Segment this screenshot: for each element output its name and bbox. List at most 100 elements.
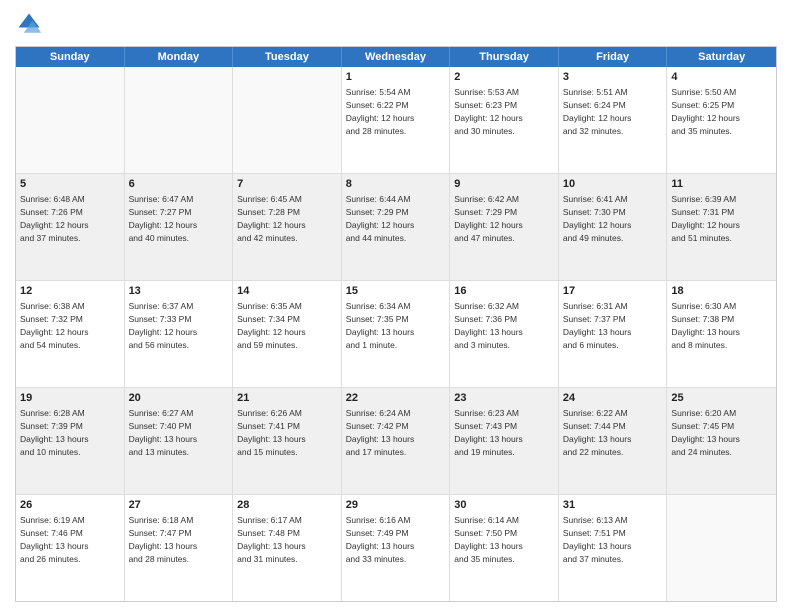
day-cell-22: 22 Sunrise: 6:24 AM Sunset: 7:42 PM Dayli… xyxy=(342,388,451,494)
day-cell-5: 5Sunrise: 6:48 AM Sunset: 7:26 PM Daylig… xyxy=(16,174,125,280)
day-info: Sunrise: 6:22 AM Sunset: 7:44 PM Dayligh… xyxy=(563,408,632,457)
day-cell-24: 24 Sunrise: 6:22 AM Sunset: 7:44 PM Dayli… xyxy=(559,388,668,494)
day-number: 2 xyxy=(454,70,554,85)
day-cell-13: 13Sunrise: 6:37 AM Sunset: 7:33 PM Dayli… xyxy=(125,281,234,387)
day-number: 24 xyxy=(563,391,663,406)
header-day-sunday: Sunday xyxy=(16,47,125,67)
day-cell-12: 12Sunrise: 6:38 AM Sunset: 7:32 PM Dayli… xyxy=(16,281,125,387)
day-cell-6: 6 Sunrise: 6:47 AM Sunset: 7:27 PM Daylig… xyxy=(125,174,234,280)
header-day-friday: Friday xyxy=(559,47,668,67)
calendar-body: 1 Sunrise: 5:54 AM Sunset: 6:22 PM Daylig… xyxy=(16,67,776,601)
day-info: Sunrise: 6:39 AM Sunset: 7:31 PM Dayligh… xyxy=(671,194,740,243)
day-info: Sunrise: 6:19 AM Sunset: 7:46 PM Dayligh… xyxy=(20,515,89,564)
day-number: 25 xyxy=(671,391,772,406)
header-day-thursday: Thursday xyxy=(450,47,559,67)
day-info: Sunrise: 6:26 AM Sunset: 7:41 PM Dayligh… xyxy=(237,408,306,457)
day-number: 31 xyxy=(563,498,663,513)
calendar-row-0: 1 Sunrise: 5:54 AM Sunset: 6:22 PM Daylig… xyxy=(16,67,776,174)
day-info: Sunrise: 5:50 AM Sunset: 6:25 PM Dayligh… xyxy=(671,87,740,136)
day-number: 27 xyxy=(129,498,229,513)
day-cell-2: 2 Sunrise: 5:53 AM Sunset: 6:23 PM Daylig… xyxy=(450,67,559,173)
day-info: Sunrise: 5:53 AM Sunset: 6:23 PM Dayligh… xyxy=(454,87,523,136)
header-day-saturday: Saturday xyxy=(667,47,776,67)
calendar-header: SundayMondayTuesdayWednesdayThursdayFrid… xyxy=(16,47,776,67)
day-info: Sunrise: 6:41 AM Sunset: 7:30 PM Dayligh… xyxy=(563,194,632,243)
day-info: Sunrise: 5:54 AM Sunset: 6:22 PM Dayligh… xyxy=(346,87,415,136)
calendar-row-4: 26 Sunrise: 6:19 AM Sunset: 7:46 PM Dayli… xyxy=(16,495,776,601)
day-number: 26 xyxy=(20,498,120,513)
day-cell-21: 21Sunrise: 6:26 AM Sunset: 7:41 PM Dayli… xyxy=(233,388,342,494)
calendar-row-1: 5Sunrise: 6:48 AM Sunset: 7:26 PM Daylig… xyxy=(16,174,776,281)
empty-cell xyxy=(667,495,776,601)
day-info: Sunrise: 6:20 AM Sunset: 7:45 PM Dayligh… xyxy=(671,408,740,457)
day-number: 12 xyxy=(20,284,120,299)
day-number: 1 xyxy=(346,70,446,85)
header-day-wednesday: Wednesday xyxy=(342,47,451,67)
day-number: 14 xyxy=(237,284,337,299)
day-cell-17: 17 Sunrise: 6:31 AM Sunset: 7:37 PM Dayli… xyxy=(559,281,668,387)
day-info: Sunrise: 6:32 AM Sunset: 7:36 PM Dayligh… xyxy=(454,301,523,350)
day-cell-26: 26 Sunrise: 6:19 AM Sunset: 7:46 PM Dayli… xyxy=(16,495,125,601)
day-info: Sunrise: 6:35 AM Sunset: 7:34 PM Dayligh… xyxy=(237,301,306,350)
header-day-monday: Monday xyxy=(125,47,234,67)
day-info: Sunrise: 6:17 AM Sunset: 7:48 PM Dayligh… xyxy=(237,515,306,564)
day-cell-15: 15 Sunrise: 6:34 AM Sunset: 7:35 PM Dayli… xyxy=(342,281,451,387)
day-cell-7: 7 Sunrise: 6:45 AM Sunset: 7:28 PM Daylig… xyxy=(233,174,342,280)
day-number: 3 xyxy=(563,70,663,85)
day-info: Sunrise: 6:24 AM Sunset: 7:42 PM Dayligh… xyxy=(346,408,415,457)
day-cell-25: 25 Sunrise: 6:20 AM Sunset: 7:45 PM Dayli… xyxy=(667,388,776,494)
day-info: Sunrise: 6:44 AM Sunset: 7:29 PM Dayligh… xyxy=(346,194,415,243)
day-info: Sunrise: 6:23 AM Sunset: 7:43 PM Dayligh… xyxy=(454,408,523,457)
day-cell-14: 14 Sunrise: 6:35 AM Sunset: 7:34 PM Dayli… xyxy=(233,281,342,387)
day-number: 17 xyxy=(563,284,663,299)
empty-cell xyxy=(125,67,234,173)
day-cell-8: 8 Sunrise: 6:44 AM Sunset: 7:29 PM Daylig… xyxy=(342,174,451,280)
day-cell-1: 1 Sunrise: 5:54 AM Sunset: 6:22 PM Daylig… xyxy=(342,67,451,173)
day-number: 5 xyxy=(20,177,120,192)
day-info: Sunrise: 6:16 AM Sunset: 7:49 PM Dayligh… xyxy=(346,515,415,564)
day-number: 28 xyxy=(237,498,337,513)
day-number: 4 xyxy=(671,70,772,85)
day-info: Sunrise: 6:42 AM Sunset: 7:29 PM Dayligh… xyxy=(454,194,523,243)
day-number: 7 xyxy=(237,177,337,192)
day-info: Sunrise: 6:30 AM Sunset: 7:38 PM Dayligh… xyxy=(671,301,740,350)
page: SundayMondayTuesdayWednesdayThursdayFrid… xyxy=(0,0,792,612)
day-info: Sunrise: 6:18 AM Sunset: 7:47 PM Dayligh… xyxy=(129,515,198,564)
calendar-row-3: 19Sunrise: 6:28 AM Sunset: 7:39 PM Dayli… xyxy=(16,388,776,495)
day-info: Sunrise: 5:51 AM Sunset: 6:24 PM Dayligh… xyxy=(563,87,632,136)
day-cell-4: 4 Sunrise: 5:50 AM Sunset: 6:25 PM Daylig… xyxy=(667,67,776,173)
day-info: Sunrise: 6:47 AM Sunset: 7:27 PM Dayligh… xyxy=(129,194,198,243)
day-info: Sunrise: 6:31 AM Sunset: 7:37 PM Dayligh… xyxy=(563,301,632,350)
day-cell-23: 23 Sunrise: 6:23 AM Sunset: 7:43 PM Dayli… xyxy=(450,388,559,494)
day-number: 10 xyxy=(563,177,663,192)
day-number: 20 xyxy=(129,391,229,406)
day-info: Sunrise: 6:13 AM Sunset: 7:51 PM Dayligh… xyxy=(563,515,632,564)
logo xyxy=(15,10,45,38)
day-number: 8 xyxy=(346,177,446,192)
empty-cell xyxy=(233,67,342,173)
logo-icon xyxy=(15,10,43,38)
day-cell-11: 11 Sunrise: 6:39 AM Sunset: 7:31 PM Dayli… xyxy=(667,174,776,280)
day-cell-27: 27 Sunrise: 6:18 AM Sunset: 7:47 PM Dayli… xyxy=(125,495,234,601)
day-number: 15 xyxy=(346,284,446,299)
day-number: 22 xyxy=(346,391,446,406)
day-info: Sunrise: 6:27 AM Sunset: 7:40 PM Dayligh… xyxy=(129,408,198,457)
day-cell-3: 3 Sunrise: 5:51 AM Sunset: 6:24 PM Daylig… xyxy=(559,67,668,173)
header xyxy=(15,10,777,38)
calendar: SundayMondayTuesdayWednesdayThursdayFrid… xyxy=(15,46,777,602)
day-info: Sunrise: 6:45 AM Sunset: 7:28 PM Dayligh… xyxy=(237,194,306,243)
empty-cell xyxy=(16,67,125,173)
day-number: 18 xyxy=(671,284,772,299)
day-info: Sunrise: 6:14 AM Sunset: 7:50 PM Dayligh… xyxy=(454,515,523,564)
day-info: Sunrise: 6:34 AM Sunset: 7:35 PM Dayligh… xyxy=(346,301,415,350)
day-number: 6 xyxy=(129,177,229,192)
day-number: 11 xyxy=(671,177,772,192)
day-number: 30 xyxy=(454,498,554,513)
calendar-row-2: 12Sunrise: 6:38 AM Sunset: 7:32 PM Dayli… xyxy=(16,281,776,388)
day-number: 23 xyxy=(454,391,554,406)
day-info: Sunrise: 6:37 AM Sunset: 7:33 PM Dayligh… xyxy=(129,301,198,350)
day-cell-30: 30 Sunrise: 6:14 AM Sunset: 7:50 PM Dayli… xyxy=(450,495,559,601)
day-cell-31: 31 Sunrise: 6:13 AM Sunset: 7:51 PM Dayli… xyxy=(559,495,668,601)
day-info: Sunrise: 6:28 AM Sunset: 7:39 PM Dayligh… xyxy=(20,408,89,457)
day-number: 29 xyxy=(346,498,446,513)
